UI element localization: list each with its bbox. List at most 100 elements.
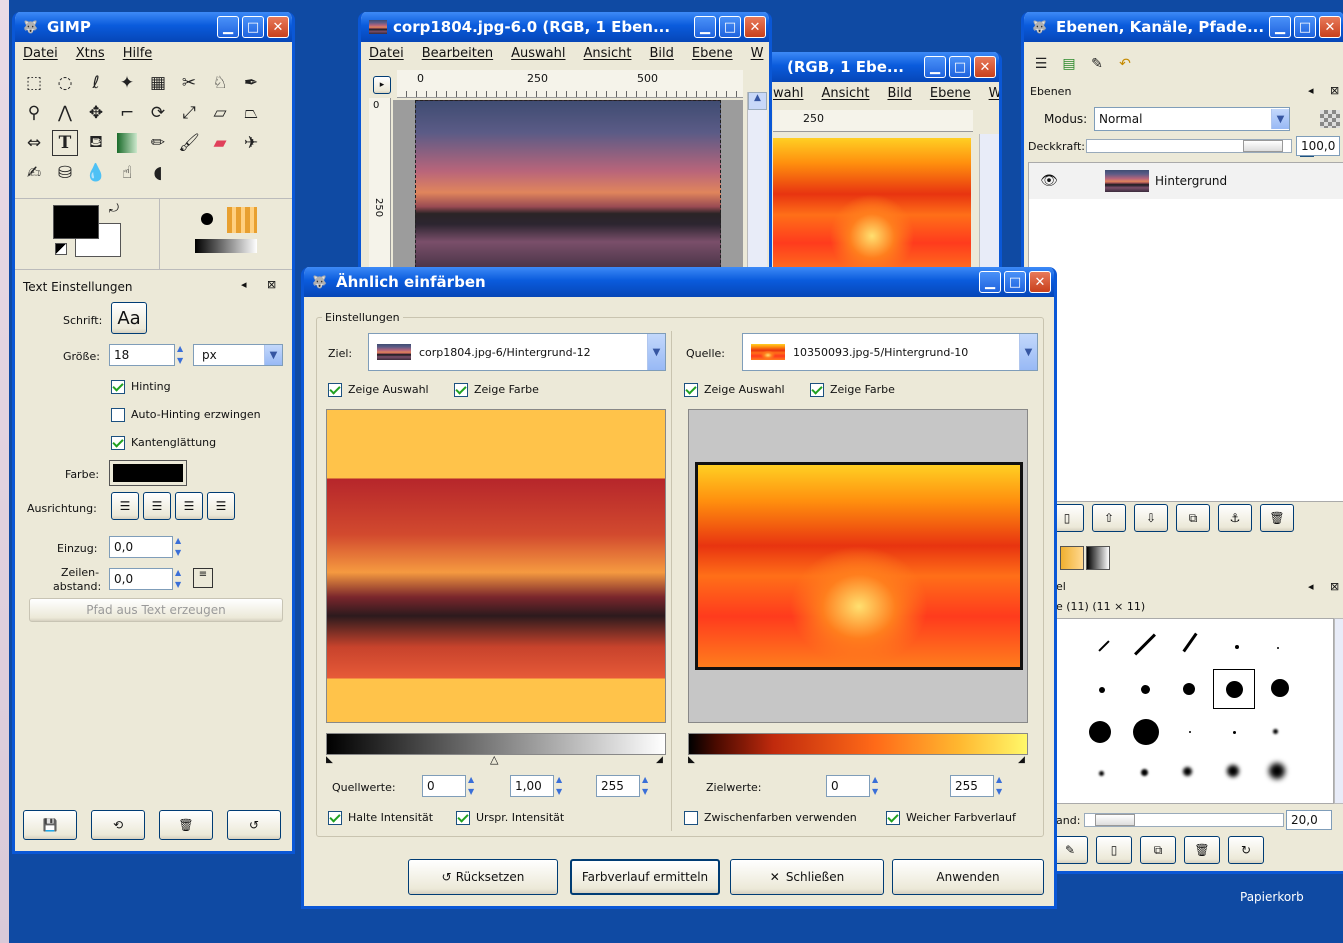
close-tab-icon[interactable]: ⊠ [1330,580,1339,593]
toolbox-titlebar[interactable]: 🐺 GIMP ▁ □ ✕ [15,12,292,42]
brush-item[interactable] [1273,729,1278,734]
keep-intensity-option[interactable]: Halte Intensität [328,811,433,825]
image-window-2[interactable]: (RGB, 1 Ebe... ▁ □ ✕ wahl Ansicht Bild Ebe… [740,52,1002,278]
brush-item[interactable] [1233,731,1236,734]
checkbox[interactable] [886,811,900,825]
image-window-2-titlebar[interactable]: (RGB, 1 Ebe... ▁ □ ✕ [743,52,999,82]
tab-menu-icon[interactable]: ◂ [241,278,247,291]
menu-item[interactable]: Ebene [692,46,733,61]
restore-options-button[interactable]: ⟲ [91,810,145,840]
canvas-area[interactable] [393,100,743,275]
checkbox[interactable] [111,380,125,394]
menu-item[interactable]: Ansicht [583,46,631,61]
menu-item[interactable]: Datei [23,46,58,61]
selected-brush[interactable] [1213,669,1255,709]
channels-tab-icon[interactable]: ▤ [1056,52,1082,76]
reset-button[interactable]: ↺ Rücksetzen [408,859,558,895]
paths-tab-icon[interactable]: ✎ [1084,52,1110,76]
save-options-button[interactable]: 💾 [23,810,77,840]
lower-layer-button[interactable]: ⇩ [1134,504,1168,532]
indent-field[interactable]: 0,0 [109,536,173,558]
brush-item[interactable] [1183,767,1192,776]
menu-item[interactable]: Auswahl [511,46,565,61]
slider-handle[interactable] [1243,140,1283,152]
refresh-brush-button[interactable]: ↻ [1228,836,1264,864]
source-show-color[interactable]: Zeige Farbe [810,383,895,397]
scale-icon[interactable]: ⤢ [176,100,202,126]
minimize-icon[interactable]: ▁ [694,16,716,38]
path-from-text-button[interactable]: Pfad aus Text erzeugen [29,598,283,622]
dodge-icon[interactable]: ◖ [145,160,171,186]
brush-item[interactable] [1189,731,1191,733]
rotate-icon[interactable]: ⟳ [145,100,171,126]
paintbrush-icon[interactable]: 🖌 [176,130,202,156]
clone-icon[interactable]: ⛁ [52,160,78,186]
tab-menu-icon[interactable]: ◂ [1308,84,1314,97]
size-field[interactable]: 18 [109,344,175,366]
antialias-option[interactable]: Kantenglättung [111,436,216,450]
text-icon[interactable]: T [52,130,78,156]
spinner-icon[interactable]: ▲ ▼ [556,775,568,797]
layers-list[interactable]: 👁 Hintergrund [1028,162,1343,502]
heal-icon[interactable]: 💧 [83,160,109,186]
layers-tab-icon[interactable]: ☰ [1028,52,1054,76]
text-color-button[interactable] [109,460,187,486]
opacity-field[interactable]: 100,0 [1296,136,1340,156]
justify-center-button[interactable]: ☰ [175,492,203,520]
delete-layer-button[interactable]: 🗑 [1260,504,1294,532]
bucket-fill-icon[interactable]: ⛾ [83,130,109,156]
default-colors-icon[interactable] [55,243,67,255]
brush-item[interactable] [1133,719,1159,745]
source-show-selection[interactable]: Zeige Auswahl [684,383,785,397]
perspective-icon[interactable]: ⏢ [238,100,264,126]
delete-brush-button[interactable]: 🗑 [1184,836,1220,864]
menu-item[interactable]: W [751,46,764,61]
menu-item[interactable]: Ansicht [821,86,869,101]
get-gradient-button[interactable]: Farbverlauf ermitteln [570,859,720,895]
ink-icon[interactable]: ✍ [21,160,47,186]
brush-grid[interactable] [1056,618,1334,804]
toolbox-window[interactable]: 🐺 GIMP ▁ □ ✕ Datei Xtns Hilfe ⬚ ◌ ℓ ✦ ▦ ✂ … [12,12,295,854]
target-high-field[interactable]: 255 [950,775,994,797]
close-tab-icon[interactable]: ⊠ [1330,84,1339,97]
target-low-field[interactable]: 0 [826,775,870,797]
edit-brush-button[interactable]: ✎ [1052,836,1088,864]
shear-icon[interactable]: ▱ [207,100,233,126]
high-marker-icon[interactable]: ◢ [1018,755,1025,765]
layers-dock[interactable]: 🐺 Ebenen, Kanäle, Pfade... ▁ □ ✕ ☰ ▤ ✎ ↶ E… [1021,12,1343,874]
low-marker-icon[interactable]: ◣ [688,755,695,765]
apply-button[interactable]: Anwenden [892,859,1044,895]
swap-colors-icon[interactable]: ⤾ [109,201,119,216]
brush-item[interactable] [1098,640,1110,652]
delete-options-button[interactable]: 🗑 [159,810,213,840]
gradient-indicator[interactable] [195,239,257,253]
new-brush-button[interactable]: ▯ [1096,836,1132,864]
paths-icon[interactable]: ✒ [238,70,264,96]
checkbox[interactable] [810,383,824,397]
close-icon[interactable]: ✕ [974,56,996,78]
brush-item[interactable] [1269,763,1285,779]
close-tab-icon[interactable]: ⊠ [267,278,276,291]
pencil-icon[interactable]: ✏ [145,130,171,156]
opacity-slider[interactable] [1086,139,1292,153]
brush-item[interactable] [1099,771,1104,776]
lasso-icon[interactable]: ℓ [83,70,109,96]
close-button[interactable]: ✕ Schließen [730,859,884,895]
size-spinner-icon[interactable]: ▲ ▼ [177,344,189,366]
measure-icon[interactable]: ⋀ [52,100,78,126]
checkbox[interactable] [454,383,468,397]
eraser-icon[interactable]: ▰ [207,130,233,156]
zoom-icon[interactable]: ⚲ [21,100,47,126]
select-by-color-icon[interactable]: ▦ [145,70,171,96]
menu-item[interactable]: Hilfe [123,46,153,61]
checkbox[interactable] [111,408,125,422]
gradient-tab-icon[interactable] [1086,546,1110,570]
maximize-icon[interactable]: □ [949,56,971,78]
maximize-icon[interactable]: □ [1294,16,1316,38]
font-button[interactable]: Aa [111,302,147,334]
ellipse-select-icon[interactable]: ◌ [52,70,78,96]
spacing-field[interactable]: 20,0 [1286,810,1332,830]
source-high-field[interactable]: 255 [596,775,640,797]
minimize-icon[interactable]: ▁ [924,56,946,78]
brush-item[interactable] [1089,721,1111,743]
